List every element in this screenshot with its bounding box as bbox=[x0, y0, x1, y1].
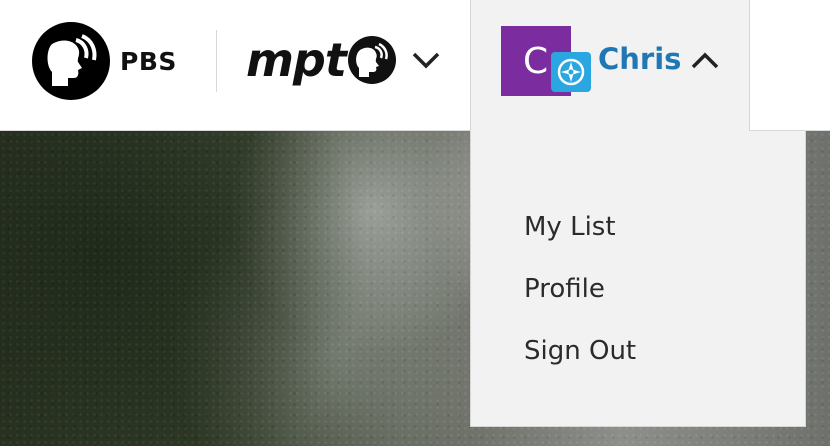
passport-compass-icon bbox=[551, 52, 591, 92]
station-wordmark: mpt bbox=[246, 33, 347, 87]
user-name: Chris bbox=[598, 42, 682, 76]
menu-item-my-list[interactable]: My List bbox=[524, 212, 616, 242]
header-right-area bbox=[750, 0, 830, 131]
header-divider bbox=[216, 30, 217, 92]
pbs-logo-link[interactable]: PBS bbox=[32, 22, 177, 100]
avatar-initial: C bbox=[523, 40, 549, 82]
user-dropdown-menu: My List Profile Sign Out bbox=[470, 131, 806, 427]
chevron-up-icon[interactable] bbox=[689, 50, 721, 72]
menu-item-sign-out[interactable]: Sign Out bbox=[524, 336, 636, 366]
pbs-heads-icon bbox=[32, 22, 110, 100]
menu-item-profile[interactable]: Profile bbox=[524, 274, 605, 304]
station-selector[interactable]: mpt bbox=[246, 35, 442, 85]
mpt-pbs-heads-icon bbox=[347, 36, 396, 84]
chevron-down-icon[interactable] bbox=[410, 49, 442, 71]
user-menu-toggle[interactable]: C Chris bbox=[470, 0, 750, 131]
pbs-wordmark: PBS bbox=[120, 46, 177, 76]
